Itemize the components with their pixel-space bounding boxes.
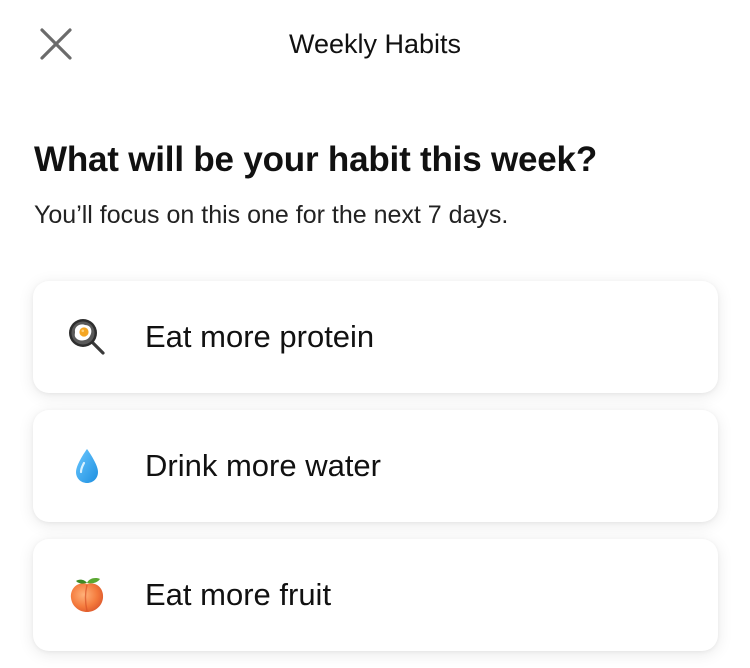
habit-option-eat-more-protein[interactable]: Eat more protein xyxy=(33,281,718,393)
water-droplet-icon xyxy=(76,449,98,483)
habit-option-label: Eat more fruit xyxy=(145,577,332,612)
header-bar: Weekly Habits xyxy=(0,0,750,88)
habit-option-label: Drink more water xyxy=(145,448,381,483)
habit-option-eat-more-fruit[interactable]: Eat more fruit xyxy=(33,539,718,651)
habit-option-label: Eat more protein xyxy=(145,319,375,354)
question-heading: What will be your habit this week? xyxy=(34,140,597,179)
peach-icon xyxy=(70,578,104,612)
habit-options-list: Eat more protein Drink more water Eat mo… xyxy=(33,281,718,668)
page-title: Weekly Habits xyxy=(288,29,462,59)
habit-option-drink-more-water[interactable]: Drink more water xyxy=(33,410,718,522)
question-subtitle: You’ll focus on this one for the next 7 … xyxy=(34,201,509,229)
fried-egg-pan-icon xyxy=(69,319,105,355)
